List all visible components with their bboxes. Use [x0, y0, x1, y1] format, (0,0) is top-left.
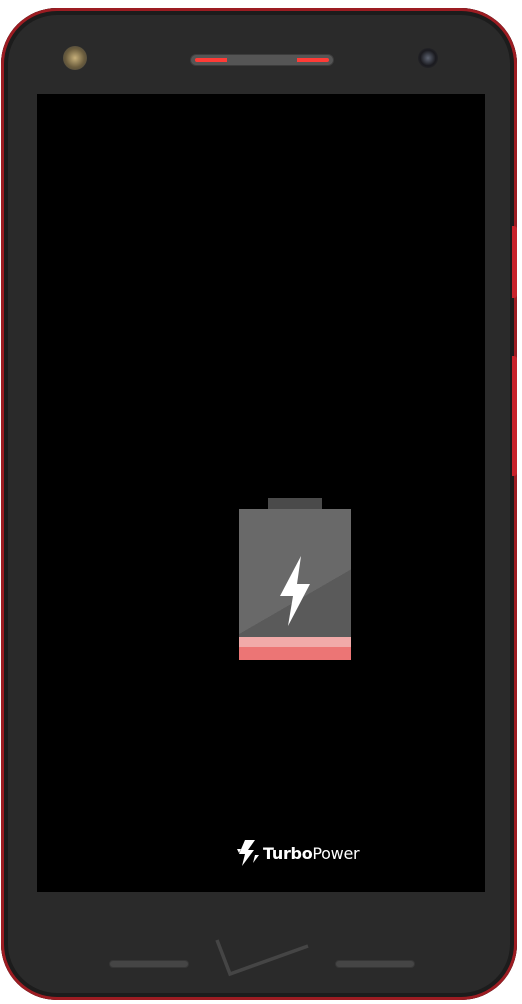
turbopower-brand: TurboPower	[236, 838, 360, 868]
brand-name-turbo: Turbo	[263, 843, 313, 863]
front-camera-icon	[418, 48, 438, 68]
speaker-grill	[195, 58, 329, 62]
bottom-speaker-right	[335, 960, 415, 968]
turbopower-bolt-icon	[237, 840, 259, 866]
check-logo-icon	[215, 939, 309, 977]
brand-name-power: Power	[312, 843, 360, 863]
phone-frame: TurboPower	[1, 8, 517, 1000]
screen[interactable]: TurboPower	[37, 94, 485, 892]
volume-button[interactable]	[512, 226, 517, 298]
power-button[interactable]	[512, 356, 517, 476]
battery-cap	[268, 498, 322, 509]
lightning-bolt-icon	[280, 556, 310, 626]
bottom-speaker-left	[109, 960, 189, 968]
battery-body	[239, 509, 351, 660]
earpiece-speaker	[190, 54, 334, 66]
battery-indicator	[239, 498, 351, 660]
brand-name: TurboPower	[263, 843, 360, 863]
flash-icon	[63, 46, 87, 70]
